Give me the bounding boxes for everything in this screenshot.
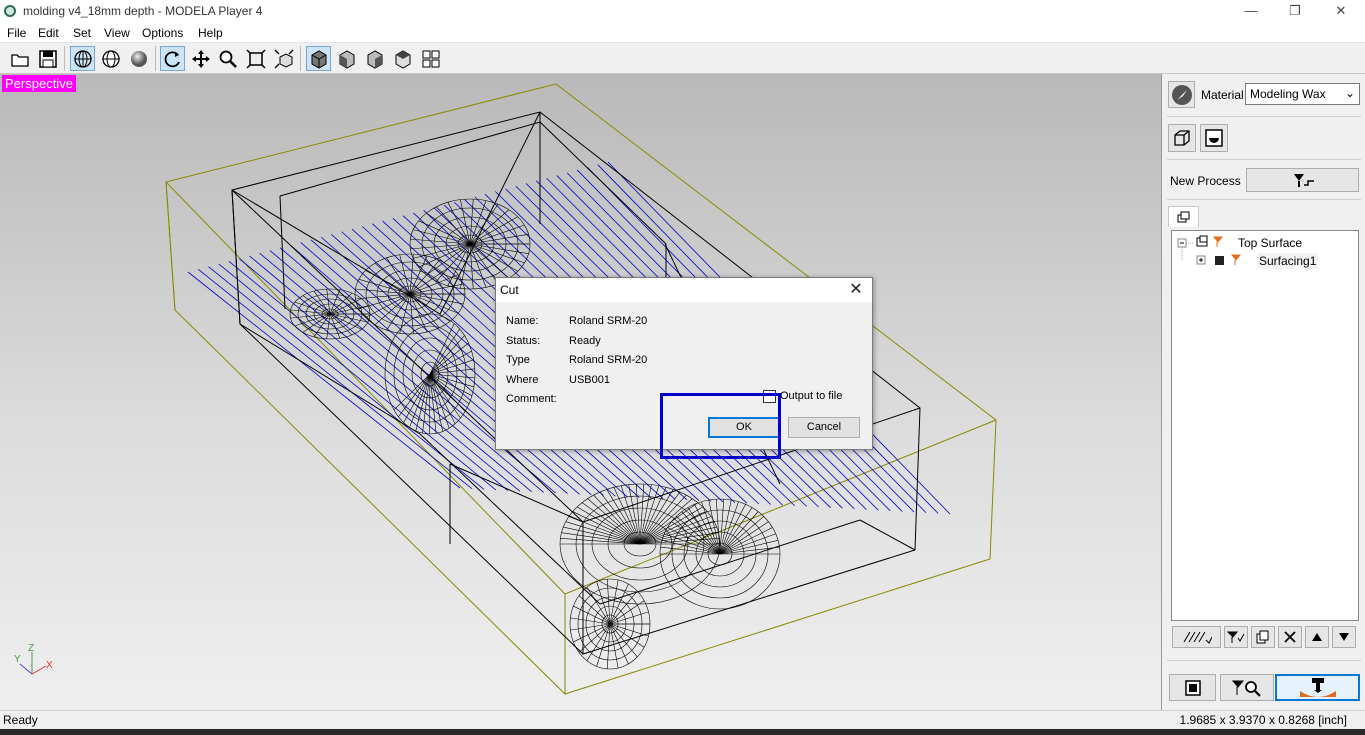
axis-triad: Z Y X [14, 643, 53, 675]
menu-edit[interactable]: Edit [38, 26, 59, 40]
mill-cut-icon [1299, 677, 1336, 697]
pan-icon[interactable] [188, 46, 213, 71]
move-down-button[interactable] [1332, 626, 1356, 648]
cancel-button[interactable]: Cancel [788, 417, 860, 438]
open-folder-icon[interactable] [7, 46, 32, 71]
hatch-icon [1183, 631, 1212, 644]
tree-item-surfacing1[interactable]: Surfacing1 [1257, 253, 1319, 269]
zoom-fit-icon[interactable] [243, 46, 268, 71]
view-mode-label: Perspective [2, 75, 76, 92]
origin-button[interactable] [1200, 124, 1228, 152]
model-dimensions: 1.9685 x 3.9370 x 0.8268 [inch] [1179, 713, 1347, 727]
name-label: Name: [506, 315, 539, 327]
close-icon [1284, 631, 1296, 643]
move-up-button[interactable] [1305, 626, 1329, 648]
save-icon[interactable] [35, 46, 60, 71]
status-label: Status: [506, 335, 541, 347]
menu-file[interactable]: File [7, 26, 26, 40]
type-value: Roland SRM-20 [569, 354, 648, 366]
tool-icon [1227, 631, 1245, 643]
status-bar: Ready 1.9685 x 3.9370 x 0.8268 [inch] [0, 710, 1365, 729]
magnifier-tool-icon [1231, 680, 1261, 697]
name-value: Roland SRM-20 [569, 315, 648, 327]
preview-button[interactable] [1169, 674, 1216, 701]
material-settings-button[interactable] [1168, 81, 1195, 108]
triangle-down-icon [1339, 633, 1349, 641]
simulate-button[interactable] [1220, 674, 1274, 701]
hidden-line-view-icon[interactable] [98, 46, 123, 71]
menu-set[interactable]: Set [73, 26, 91, 40]
material-select-value: Modeling Wax [1250, 87, 1326, 101]
toolbar [0, 43, 1365, 74]
dialog-title-bar: Cut ✕ [496, 278, 872, 302]
status-value: Ready [569, 335, 601, 347]
type-label: Type [506, 354, 530, 366]
delete-button[interactable] [1278, 626, 1302, 648]
process-wizard-icon [1293, 174, 1314, 187]
material-label: Material [1201, 88, 1244, 102]
axis-x-label: X [46, 660, 53, 671]
app-icon [4, 5, 16, 17]
material-select[interactable]: Modeling Wax ⌄ [1245, 83, 1360, 105]
new-process-label: New Process [1170, 174, 1241, 188]
cup-icon [1205, 129, 1223, 147]
comment-label: Comment: [506, 393, 557, 405]
new-process-button[interactable] [1246, 168, 1359, 192]
where-value: USB001 [569, 374, 610, 386]
taskbar-strip [0, 729, 1365, 735]
cut-path-button[interactable] [1172, 626, 1221, 648]
front-view-icon[interactable] [334, 46, 359, 71]
minimize-button[interactable]: — [1228, 0, 1274, 24]
where-label: Where [506, 374, 539, 386]
output-to-file-label: Output to file [780, 390, 843, 402]
side-view-icon[interactable] [362, 46, 387, 71]
tree-item-top-surface[interactable]: Top Surface [1238, 235, 1302, 251]
menu-bar: File Edit Set View Options Help [0, 24, 1365, 43]
process-tree[interactable]: Top Surface Surfacing1 [1171, 230, 1359, 621]
copy-icon [1256, 630, 1269, 644]
triangle-up-icon [1312, 633, 1322, 641]
tool-button[interactable] [1224, 626, 1248, 648]
zoom-icon[interactable] [215, 46, 240, 71]
axis-y-label: Y [14, 654, 21, 665]
close-window-button[interactable]: ✕ [1318, 0, 1364, 24]
layers-icon [1177, 211, 1189, 223]
status-text: Ready [3, 713, 38, 727]
window-title: molding v4_18mm depth - MODELA Player 4 [23, 4, 263, 18]
model-size-button[interactable] [1168, 124, 1196, 152]
copy-button[interactable] [1251, 626, 1275, 648]
restore-button[interactable]: ❐ [1272, 0, 1318, 24]
top-view-icon[interactable] [390, 46, 415, 71]
chevron-down-icon: ⌄ [1344, 86, 1355, 100]
iso-view-icon[interactable] [306, 46, 331, 71]
right-panel: Material Modeling Wax ⌄ New Process Top … [1163, 74, 1365, 710]
menu-options[interactable]: Options [142, 26, 183, 40]
menu-view[interactable]: View [104, 26, 130, 40]
dialog-close-button[interactable]: ✕ [846, 280, 866, 300]
zoom-extents-icon[interactable] [271, 46, 296, 71]
dialog-title: Cut [500, 283, 519, 297]
menu-help[interactable]: Help [198, 26, 223, 40]
box-outline-icon [1174, 130, 1190, 146]
four-views-icon[interactable] [418, 46, 443, 71]
frame-icon [1184, 679, 1201, 696]
shaded-view-icon[interactable] [126, 46, 151, 71]
axis-z-label: Z [28, 643, 34, 654]
title-bar: molding v4_18mm depth - MODELA Player 4 … [0, 0, 1365, 24]
cut-button[interactable] [1275, 674, 1360, 701]
highlight-annotation [660, 393, 781, 459]
rotate-icon[interactable] [160, 46, 185, 71]
tab-process[interactable] [1168, 206, 1199, 227]
wireframe-view-icon[interactable] [70, 46, 95, 71]
compass-icon [1171, 84, 1192, 105]
